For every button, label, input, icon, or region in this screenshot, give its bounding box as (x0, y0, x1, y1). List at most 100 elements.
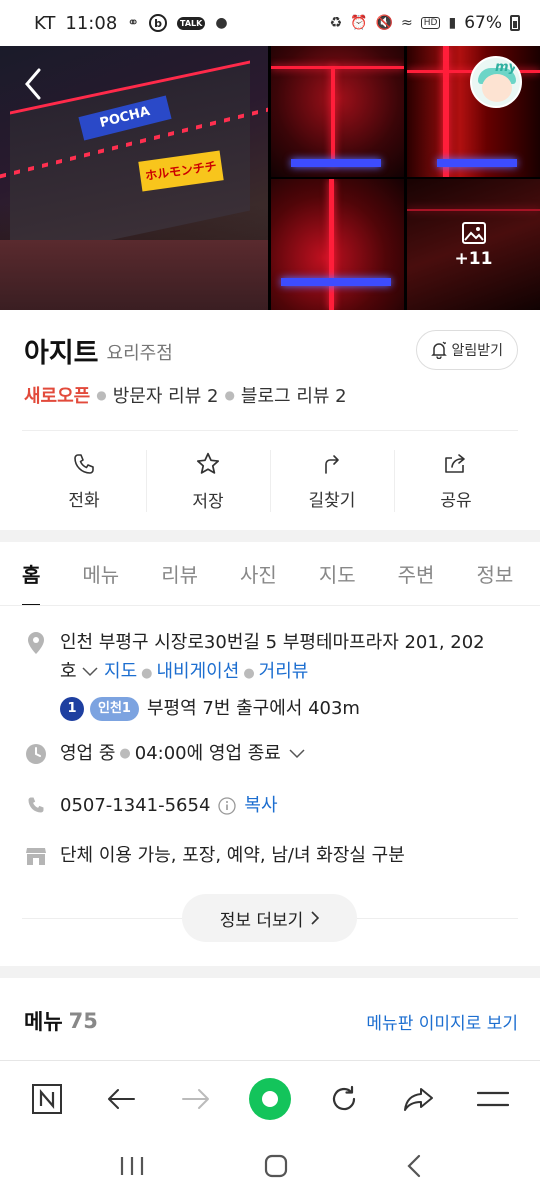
blog-reviews-link[interactable]: 블로그 리뷰 2 (241, 382, 347, 408)
browser-toolbar (0, 1060, 540, 1136)
photo-tile-3[interactable] (271, 179, 404, 310)
street-view-link[interactable]: 거리뷰 (259, 661, 309, 682)
chevron-left-icon (407, 1154, 420, 1178)
menu-section-header: 메뉴 75 메뉴판 이미지로 보기 (24, 1006, 518, 1036)
directions-button[interactable]: 길찾기 (270, 446, 394, 516)
browser-back-button[interactable] (97, 1075, 145, 1123)
more-photos-count: +11 (454, 248, 493, 269)
arrow-left-icon (108, 1088, 136, 1109)
phone-number[interactable]: 0507-1341-5654 (60, 792, 210, 820)
store-icon (26, 848, 46, 865)
alert-label: 알림받기 (451, 343, 503, 359)
hours-status: 영업 중 (60, 743, 116, 764)
save-label: 저장 (192, 491, 224, 512)
kakaotalk-icon: TALK (177, 16, 206, 30)
tab-nearby[interactable]: 주변 (398, 542, 435, 605)
chevron-down-icon (289, 749, 305, 759)
share-label: 공유 (440, 490, 472, 511)
home-button[interactable] (264, 1154, 288, 1182)
battery-percent: 67% (464, 13, 502, 33)
alert-button[interactable]: 알림받기 (416, 330, 518, 370)
mute-icon: 🔇 (375, 15, 394, 31)
hours-desc: 04:00에 영업 종료 (134, 743, 281, 764)
refresh-button[interactable] (320, 1075, 368, 1123)
more-info-button[interactable]: 정보 더보기 (182, 894, 357, 942)
navigation-link[interactable]: 내비게이션 (157, 661, 240, 682)
share-icon (445, 453, 465, 473)
my-profile-button[interactable]: my (470, 56, 522, 108)
naver-n-icon (32, 1083, 63, 1114)
green-dot-icon (248, 1077, 291, 1120)
amenities-row: 단체 이용 가능, 포장, 예약, 남/녀 화장실 구분 (24, 842, 520, 870)
signal-icon: ▮ (448, 15, 457, 31)
recent-apps-button[interactable] (119, 1155, 145, 1181)
map-link[interactable]: 지도 (104, 661, 137, 682)
hours-row[interactable]: 영업 중 ● 04:00에 영업 종료 (24, 740, 520, 768)
subway-line-name-badge: 인천1 (90, 696, 139, 721)
home-icon (264, 1154, 288, 1178)
browser-forward-button[interactable] (172, 1075, 220, 1123)
recycle-icon: ♻ (329, 15, 343, 31)
bell-icon (431, 341, 448, 359)
tab-photos[interactable]: 사진 (240, 542, 277, 605)
call-label: 전화 (68, 490, 100, 511)
green-dot-button[interactable] (246, 1075, 294, 1123)
amenities-text: 단체 이용 가능, 포장, 예약, 남/녀 화장실 구분 (60, 845, 405, 866)
share-arrow-icon (403, 1087, 433, 1111)
browser-share-button[interactable] (395, 1075, 443, 1123)
status-bar: KT 11:08 ⚭ b TALK ● ♻ ⏰ 🔇 ≈ HD ▮ 67% (0, 0, 540, 46)
image-icon (461, 221, 486, 244)
info-icon[interactable] (218, 797, 237, 815)
directions-icon (325, 454, 339, 474)
address-expand-button[interactable] (82, 661, 98, 682)
directions-label: 길찾기 (308, 490, 356, 511)
notification-icon: ⚭ (127, 15, 140, 31)
visitor-reviews-link[interactable]: 방문자 리뷰 2 (113, 382, 219, 408)
place-name: 아지트 (24, 337, 99, 369)
b-app-icon: b (149, 14, 168, 32)
call-button[interactable]: 전화 (22, 446, 146, 516)
tab-menu[interactable]: 메뉴 (82, 542, 119, 605)
subway-directions: 부평역 7번 출구에서 403m (146, 698, 360, 719)
copy-button[interactable]: 복사 (244, 792, 277, 820)
action-bar: 전화 저장 길찾기 공유 (22, 446, 518, 516)
hd-icon: HD (420, 17, 441, 29)
hamburger-icon (476, 1091, 509, 1106)
section-divider (0, 530, 540, 542)
photo-tile-2[interactable] (407, 46, 540, 177)
new-open-badge: 새로오픈 (24, 386, 91, 407)
my-badge-text: my (494, 60, 517, 75)
more-photos-button[interactable]: +11 (407, 179, 540, 310)
place-category: 요리주점 (106, 343, 173, 364)
wifi-icon: ≈ (401, 15, 413, 31)
menu-count: 75 (68, 1009, 98, 1033)
phone-fill-icon (28, 797, 44, 813)
phone-icon (74, 453, 94, 474)
share-button[interactable]: 공유 (394, 446, 518, 516)
system-navigation (0, 1136, 540, 1200)
photo-tile-1[interactable] (271, 46, 404, 177)
menu-image-link[interactable]: 메뉴판 이미지로 보기 (366, 1009, 518, 1034)
tab-home[interactable]: 홈 (22, 542, 41, 605)
refresh-icon (333, 1085, 356, 1110)
menu-title: 메뉴 (24, 1010, 63, 1034)
browser-menu-button[interactable] (469, 1075, 517, 1123)
tab-map[interactable]: 지도 (319, 542, 356, 605)
alarm-icon: ⏰ (350, 15, 368, 31)
address-line-2: 호 (60, 661, 77, 682)
chevron-left-icon (25, 68, 41, 100)
phone-row: 0507-1341-5654 복사 (24, 792, 520, 820)
system-back-button[interactable] (407, 1154, 421, 1182)
recent-apps-icon (121, 1157, 144, 1175)
subway-line-badge: 1 (60, 696, 84, 721)
tab-info[interactable]: 정보 (476, 542, 513, 605)
section-divider (0, 966, 540, 978)
naver-home-button[interactable] (23, 1075, 71, 1123)
back-button[interactable] (18, 64, 48, 104)
info-section: 인천 부평구 시장로30번길 5 부평테마프라자 201, 202 호 지도 ● 내… (24, 628, 520, 888)
carrier: KT (34, 12, 56, 34)
battery-icon (510, 15, 520, 31)
location-pin-icon (28, 632, 44, 654)
tab-reviews[interactable]: 리뷰 (161, 542, 198, 605)
save-button[interactable]: 저장 (146, 446, 270, 516)
